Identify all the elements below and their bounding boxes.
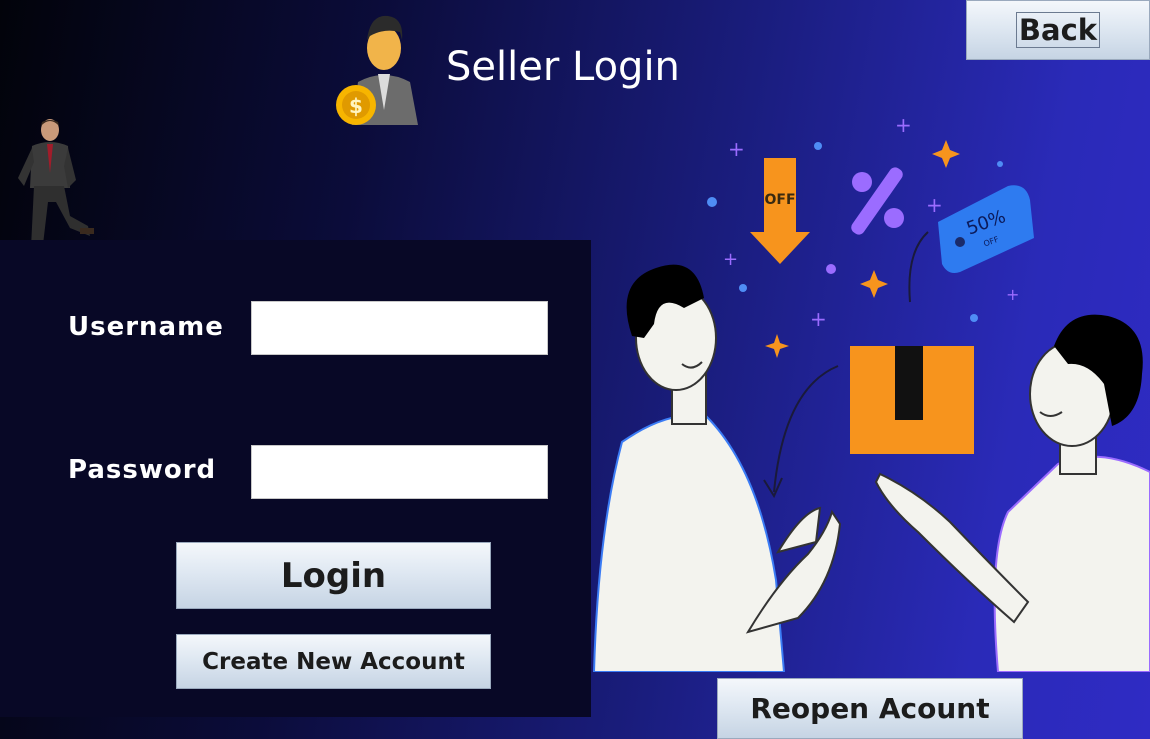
back-button[interactable]: Back (966, 0, 1150, 60)
seller-icon: $ (336, 15, 418, 125)
username-label: Username (68, 312, 224, 342)
svg-text:+: + (1006, 285, 1019, 304)
login-button[interactable]: Login (176, 542, 491, 609)
reopen-account-button-label: Reopen Acount (750, 692, 990, 725)
svg-text:+: + (926, 193, 943, 217)
shopping-discount-illustration: + + + + + + OFF 50% OFF (592, 113, 1150, 672)
left-person-figure (592, 264, 842, 672)
password-input[interactable] (251, 445, 548, 499)
svg-text:+: + (723, 249, 738, 270)
svg-text:OFF: OFF (764, 192, 795, 208)
create-account-button[interactable]: Create New Account (176, 634, 491, 689)
create-account-button-label: Create New Account (202, 648, 465, 675)
login-button-label: Login (280, 555, 387, 596)
page-title: Seller Login (446, 44, 680, 90)
gift-box-icon (850, 346, 974, 454)
back-button-label: Back (1015, 12, 1101, 48)
svg-text:+: + (895, 113, 912, 137)
reopen-account-button[interactable]: Reopen Acount (717, 678, 1023, 739)
password-label: Password (68, 455, 217, 485)
percent-icon (851, 167, 904, 235)
svg-text:$: $ (349, 94, 363, 118)
off-arrow-icon: OFF (750, 158, 810, 264)
svg-text:+: + (810, 307, 827, 331)
username-input[interactable] (251, 301, 548, 355)
svg-text:+: + (728, 137, 745, 161)
